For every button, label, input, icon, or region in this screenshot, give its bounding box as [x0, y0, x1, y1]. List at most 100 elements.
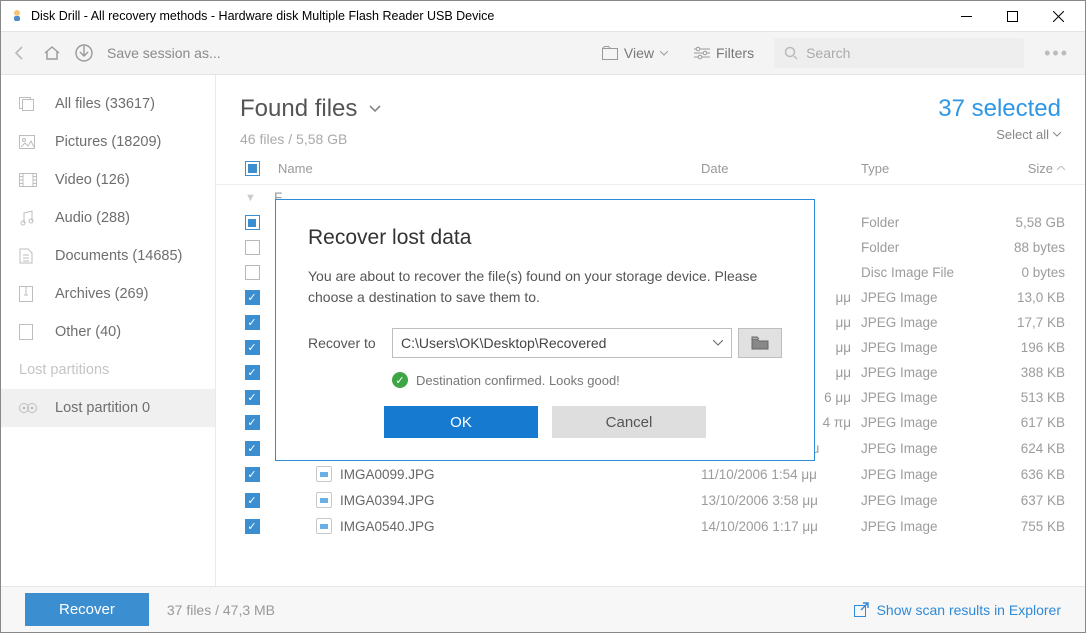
- file-date: 14/10/2006 1:17 μμ: [701, 519, 861, 534]
- table-row[interactable]: ✓IMGA0099.JPG11/10/2006 1:54 μμJPEG Imag…: [216, 461, 1085, 487]
- toolbar: Save session as... View Filters Search •…: [1, 31, 1085, 75]
- explorer-link-label: Show scan results in Explorer: [877, 602, 1061, 618]
- view-label: View: [624, 45, 654, 61]
- chevron-down-icon: [369, 105, 381, 113]
- partition-icon: [19, 401, 37, 415]
- folder-icon: [751, 336, 769, 350]
- row-checkbox[interactable]: [245, 265, 260, 280]
- filters-button[interactable]: Filters: [688, 41, 760, 65]
- show-in-explorer-link[interactable]: Show scan results in Explorer: [854, 602, 1061, 618]
- header-checkbox[interactable]: [245, 161, 260, 176]
- folder-icon: [602, 46, 618, 60]
- col-date[interactable]: Date: [701, 161, 861, 176]
- home-button[interactable]: [43, 44, 61, 62]
- sidebar-item-audio[interactable]: Audio (288): [1, 199, 215, 237]
- sidebar-item-pictures[interactable]: Pictures (18209): [1, 123, 215, 161]
- save-session-label[interactable]: Save session as...: [107, 45, 221, 61]
- browse-folder-button[interactable]: [738, 328, 782, 358]
- sort-asc-icon: [1057, 166, 1065, 171]
- col-type[interactable]: Type: [861, 161, 981, 176]
- row-checkbox[interactable]: [245, 240, 260, 255]
- check-icon: ✓: [392, 372, 408, 388]
- file-name: IMGA0099.JPG: [340, 467, 435, 482]
- row-checkbox[interactable]: ✓: [245, 365, 260, 380]
- table-row[interactable]: ✓IMGA0394.JPG13/10/2006 3:58 μμJPEG Imag…: [216, 487, 1085, 513]
- filters-icon: [694, 46, 710, 60]
- search-input[interactable]: Search: [774, 38, 1024, 68]
- video-icon: [19, 173, 37, 187]
- sidebar-item-documents[interactable]: Documents (14685): [1, 237, 215, 275]
- dialog-cancel-button[interactable]: Cancel: [552, 406, 706, 438]
- row-checkbox[interactable]: ✓: [245, 290, 260, 305]
- row-checkbox[interactable]: ✓: [245, 467, 260, 482]
- window-minimize-button[interactable]: [943, 1, 989, 31]
- col-size[interactable]: Size: [981, 161, 1071, 176]
- sidebar-item-label: Archives (269): [55, 286, 148, 302]
- chevron-down-icon: [713, 340, 723, 346]
- sidebar-item-video[interactable]: Video (126): [1, 161, 215, 199]
- file-size: 636 KB: [981, 467, 1071, 482]
- sidebar-item-lost-partition-0[interactable]: Lost partition 0: [1, 389, 215, 427]
- view-dropdown[interactable]: View: [596, 41, 674, 65]
- recover-button[interactable]: Recover: [25, 593, 149, 626]
- sidebar-item-label: Video (126): [55, 172, 130, 188]
- destination-path: C:\Users\OK\Desktop\Recovered: [401, 335, 606, 351]
- content-title-text: Found files: [240, 95, 357, 123]
- content-title[interactable]: Found files: [240, 95, 381, 123]
- archives-icon: [19, 286, 33, 302]
- search-placeholder: Search: [806, 45, 850, 61]
- sidebar-item-label: All files (33617): [55, 96, 155, 112]
- file-name: IMGA0540.JPG: [340, 519, 435, 534]
- sidebar-lost-partitions-header: Lost partitions: [1, 351, 215, 389]
- external-link-icon: [854, 602, 869, 617]
- sidebar-item-archives[interactable]: Archives (269): [1, 275, 215, 313]
- sidebar-item-label: Lost partition 0: [55, 400, 150, 416]
- save-session-icon[interactable]: [75, 44, 93, 62]
- chevron-down-icon: [660, 51, 668, 56]
- select-all-button[interactable]: Select all: [938, 127, 1061, 142]
- table-header: Name Date Type Size: [216, 153, 1085, 185]
- row-checkbox[interactable]: ✓: [245, 340, 260, 355]
- select-all-label: Select all: [996, 127, 1049, 142]
- col-name[interactable]: Name: [274, 161, 701, 176]
- window-close-button[interactable]: [1035, 1, 1081, 31]
- window-maximize-button[interactable]: [989, 1, 1035, 31]
- row-checkbox[interactable]: ✓: [245, 315, 260, 330]
- row-checkbox[interactable]: ✓: [245, 519, 260, 534]
- filters-label: Filters: [716, 45, 754, 61]
- row-checkbox[interactable]: [245, 215, 260, 230]
- window-titlebar: Disk Drill - All recovery methods - Hard…: [1, 1, 1085, 31]
- file-name: IMGA0394.JPG: [340, 493, 435, 508]
- back-button[interactable]: [11, 44, 29, 62]
- content-subtitle: 46 files / 5,58 GB: [240, 131, 381, 147]
- sidebar-item-all-files[interactable]: All files (33617): [1, 85, 215, 123]
- sidebar: All files (33617) Pictures (18209) Video…: [1, 75, 216, 586]
- row-checkbox[interactable]: ✓: [245, 390, 260, 405]
- row-checkbox[interactable]: ✓: [245, 441, 260, 456]
- status-text: Destination confirmed. Looks good!: [416, 373, 620, 388]
- pictures-icon: [19, 135, 35, 149]
- jpeg-file-icon: [316, 518, 332, 534]
- files-icon: [19, 97, 35, 111]
- other-icon: [19, 324, 33, 340]
- row-checkbox[interactable]: ✓: [245, 415, 260, 430]
- footer: Recover 37 files / 47,3 MB Show scan res…: [1, 586, 1085, 632]
- sidebar-item-label: Pictures (18209): [55, 134, 161, 150]
- file-size: 755 KB: [981, 519, 1071, 534]
- more-menu-button[interactable]: •••: [1038, 43, 1075, 64]
- file-date: 11/10/2006 1:54 μμ: [701, 467, 861, 482]
- file-type: JPEG Image: [861, 441, 981, 456]
- sidebar-item-label: Other (40): [55, 324, 121, 340]
- dialog-ok-button[interactable]: OK: [384, 406, 538, 438]
- documents-icon: [19, 248, 33, 264]
- row-checkbox[interactable]: ✓: [245, 493, 260, 508]
- app-icon: [9, 8, 25, 24]
- selected-count: 37 selected: [938, 95, 1061, 123]
- table-row[interactable]: ✓IMGA0540.JPG14/10/2006 1:17 μμJPEG Imag…: [216, 513, 1085, 539]
- collapse-icon[interactable]: ▼: [245, 192, 259, 204]
- sidebar-item-label: Documents (14685): [55, 248, 182, 264]
- sidebar-item-other[interactable]: Other (40): [1, 313, 215, 351]
- recover-dialog: Recover lost data You are about to recov…: [275, 199, 815, 461]
- destination-status: ✓ Destination confirmed. Looks good!: [308, 372, 782, 388]
- destination-select[interactable]: C:\Users\OK\Desktop\Recovered: [392, 328, 732, 358]
